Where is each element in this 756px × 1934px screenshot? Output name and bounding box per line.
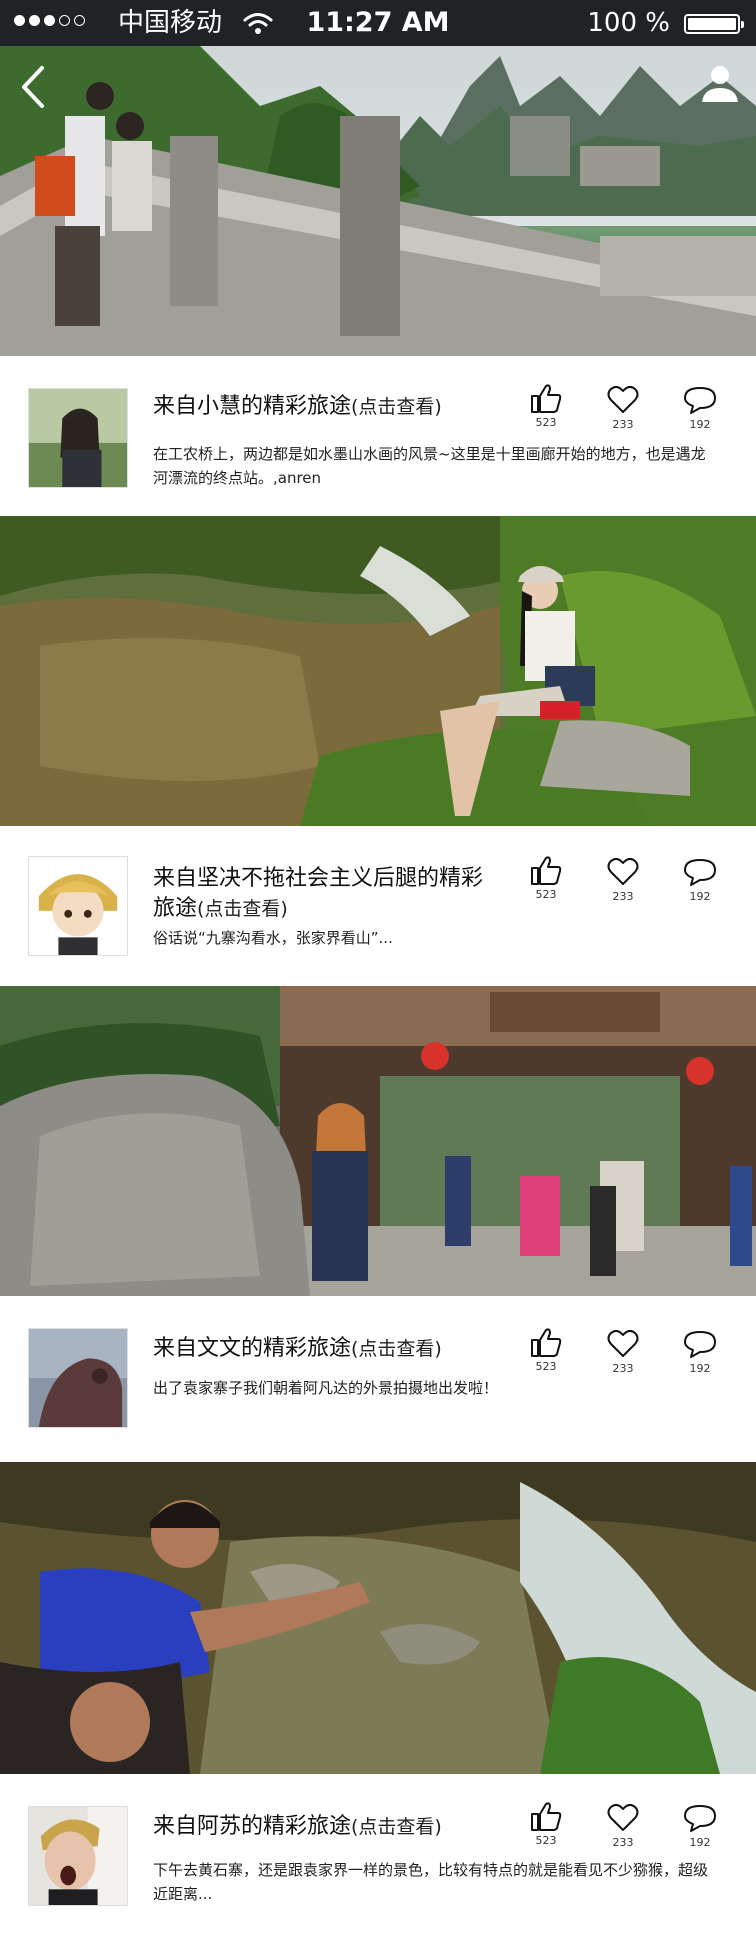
like-count: 523: [535, 1834, 557, 1847]
favorite-count: 233: [612, 418, 634, 431]
post-photo-1[interactable]: [0, 46, 756, 356]
like-button[interactable]: 523: [521, 854, 571, 902]
like-button[interactable]: 523: [521, 1326, 571, 1374]
favorite-button[interactable]: 233: [598, 384, 648, 432]
heart-icon: [607, 857, 639, 885]
favorite-button[interactable]: 233: [598, 856, 648, 904]
speech-bubble-icon: [684, 859, 716, 886]
thumbs-up-icon: [531, 1802, 562, 1831]
speech-bubble-icon: [684, 1805, 716, 1832]
comment-count: 192: [689, 418, 711, 431]
post-description: 俗话说“九寨沟看水，张家界看山”...: [153, 929, 393, 947]
favorite-count: 233: [612, 1362, 634, 1375]
post-title[interactable]: 来自文文的精彩旅途(点击查看): [153, 1334, 513, 1364]
favorite-count: 233: [612, 1836, 634, 1849]
favorite-button[interactable]: 233: [598, 1328, 648, 1376]
comment-count: 192: [689, 1362, 711, 1375]
heart-icon: [607, 1329, 639, 1357]
post-title[interactable]: 来自坚决不拖社会主义后腿的精彩旅途(点击查看): [153, 864, 483, 924]
like-button[interactable]: 523: [521, 382, 571, 430]
thumbs-up-icon: [531, 1328, 562, 1357]
comment-button[interactable]: 192: [675, 1328, 725, 1376]
user-icon[interactable]: [698, 62, 742, 106]
post-card-2[interactable]: 来自坚决不拖社会主义后腿的精彩旅途(点击查看) 俗话说“九寨沟看水，张家界看山”…: [0, 826, 756, 986]
post-title-hint: (点击查看): [351, 396, 442, 418]
like-count: 523: [535, 888, 557, 901]
like-count: 523: [535, 1360, 557, 1373]
comment-count: 192: [689, 890, 711, 903]
post-title-hint: (点击查看): [351, 1816, 442, 1838]
comment-button[interactable]: 192: [675, 384, 725, 432]
post-title-hint: (点击查看): [197, 898, 288, 920]
avatar[interactable]: [28, 1806, 128, 1906]
post-description: 在工农桥上，两边都是如水墨山水画的风景~这里是十里画廊开始的地方，也是遇龙河漂流…: [153, 445, 706, 487]
battery-percentage: 100 %: [587, 8, 670, 38]
post-card-1[interactable]: 来自小慧的精彩旅途(点击查看) 在工农桥上，两边都是如水墨山水画的风景~这里是十…: [0, 356, 756, 516]
avatar[interactable]: [28, 1328, 128, 1428]
comment-button[interactable]: 192: [675, 1802, 725, 1850]
post-description: 下午去黄石寨，还是跟袁家界一样的景色，比较有特点的就是能看见不少猕猴，超级近距离…: [153, 1861, 709, 1903]
comment-button[interactable]: 192: [675, 856, 725, 904]
chevron-left-icon[interactable]: [16, 62, 50, 112]
post-card-3[interactable]: 来自文文的精彩旅途(点击查看) 出了袁家寨子我们朝着阿凡达的外景拍摄地出发啦！ …: [0, 1296, 756, 1456]
speech-bubble-icon: [684, 1331, 716, 1358]
thumbs-up-icon: [531, 856, 562, 885]
post-title-text: 来自文文的精彩旅途: [153, 1336, 352, 1361]
post-photo-3[interactable]: [0, 986, 756, 1296]
status-bar: 中国移动 11:27 AM 100 %: [0, 0, 756, 46]
heart-icon: [607, 385, 639, 413]
post-card-4[interactable]: 来自阿苏的精彩旅途(点击查看) 下午去黄石寨，还是跟袁家界一样的景色，比较有特点…: [0, 1774, 756, 1934]
avatar[interactable]: [28, 856, 128, 956]
like-button[interactable]: 523: [521, 1800, 571, 1848]
post-description: 出了袁家寨子我们朝着阿凡达的外景拍摄地出发啦！: [153, 1379, 499, 1397]
post-photo-2[interactable]: [0, 516, 756, 826]
post-title[interactable]: 来自小慧的精彩旅途(点击查看): [153, 392, 483, 422]
favorite-count: 233: [612, 890, 634, 903]
battery-icon: [684, 14, 744, 34]
avatar[interactable]: [28, 388, 128, 488]
post-title[interactable]: 来自阿苏的精彩旅途(点击查看): [153, 1812, 513, 1842]
like-count: 523: [535, 416, 557, 429]
thumbs-up-icon: [531, 384, 562, 413]
heart-icon: [607, 1803, 639, 1831]
post-title-hint: (点击查看): [351, 1338, 442, 1360]
comment-count: 192: [689, 1836, 711, 1849]
post-title-text: 来自小慧的精彩旅途: [153, 394, 352, 419]
speech-bubble-icon: [684, 387, 716, 414]
post-title-text: 来自阿苏的精彩旅途: [153, 1814, 352, 1839]
favorite-button[interactable]: 233: [598, 1802, 648, 1850]
post-photo-4[interactable]: [0, 1462, 756, 1774]
